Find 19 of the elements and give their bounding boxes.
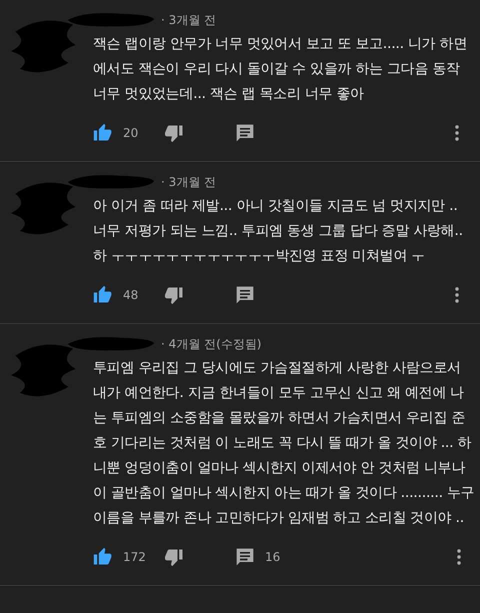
comment-time: · 4개월 전(수정됨) <box>161 336 262 352</box>
thumbs-up-icon[interactable] <box>93 285 113 305</box>
like-count: 20 <box>123 126 138 140</box>
comment-time: · 3개월 전 <box>161 174 216 190</box>
reply-icon[interactable] <box>235 123 255 143</box>
comment-text: 잭슨 랩이랑 안무가 너무 멋있어서 보고 또 보고..... 니가 하면 에서도 잭슨이 우리 다시 돌이갈 수 있을까 하는 그다음 동작 너무 멋있었는데... 잭슨 랩 목소리 너무 좋아 <box>93 35 468 104</box>
thumbs-up-icon[interactable] <box>93 547 113 567</box>
comment-text: 아 이거 좀 떠라 제발... 아니 갓칠이들 지금도 넘 멋지지만 .. 너무 저평가 되는 느낌.. 투피엠 동생 그룹 답다 증말 사랑해.. 하 ㅜㅜㅜㅜㅜㅜㅜㅜㅜㅜㅜㅜ박진영 표정 미쳐벌여 ㅜ <box>93 197 464 266</box>
like-count: 172 <box>123 550 146 564</box>
reply-icon[interactable] <box>235 547 255 567</box>
reply-icon[interactable] <box>235 285 255 305</box>
comment-time: · 3개월 전 <box>161 12 216 28</box>
thumbs-up-icon[interactable] <box>93 123 113 143</box>
thumbs-down-icon[interactable] <box>165 123 185 143</box>
thumbs-down-icon[interactable] <box>165 547 185 567</box>
comment-text: 투피엠 우리집 그 당시에도 가슴절절하게 사랑한 사람으로서 내가 예언한다. 지금 한녀들이 모두 고무신 신고 왜 예전에 나 는 투피엠의 소중함을 몰랐을까 하면서 가슴치면서 우리집 준 호 기다리는 것처럼 이 노래도 꼭 다시 뜰 때가 올 것이야 ... 하 니뿐 엉덩이춤이 얼마나 섹시한지 이제서야 안 것처럼 니부나 이 골반춤이 얼마나 섹시한지 아는 때가 올 것이다 .......... 누구 이름을 부를까 존나 고민하다가 임재범 하고 소리칠 것이야 .. <box>93 359 474 528</box>
reply-count: 16 <box>265 550 280 564</box>
thumbs-down-icon[interactable] <box>165 285 185 305</box>
like-count: 48 <box>123 288 138 302</box>
